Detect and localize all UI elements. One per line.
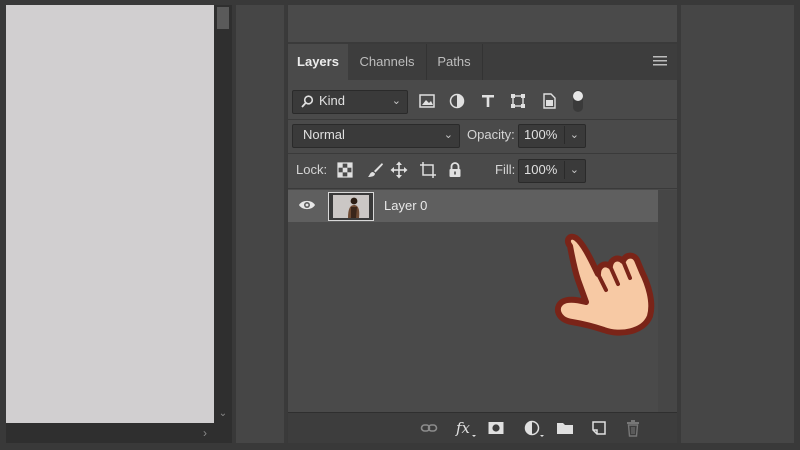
chevron-right-icon[interactable]: › [200, 427, 210, 439]
shape-filter-icon[interactable] [509, 92, 527, 110]
opacity-input[interactable]: 100% ⌄ [518, 124, 586, 148]
row-divider [288, 153, 677, 154]
new-group-icon[interactable] [556, 419, 574, 437]
row-divider [288, 188, 677, 189]
fill-label: Fill: [495, 162, 516, 177]
opacity-value: 100% [524, 127, 558, 142]
new-fill-adjustment-icon[interactable] [523, 419, 547, 437]
chevron-down-icon[interactable]: ⌄ [570, 125, 579, 145]
smart-object-filter-icon[interactable] [540, 92, 558, 110]
delete-layer-icon[interactable] [624, 419, 642, 437]
link-layers-icon[interactable] [420, 419, 438, 437]
lock-image-pixels-icon[interactable] [366, 161, 384, 179]
document-canvas[interactable] [6, 5, 214, 423]
new-layer-icon[interactable] [590, 419, 608, 437]
filter-kind-label: Kind [319, 93, 346, 108]
lock-position-icon[interactable] [390, 161, 408, 179]
fill-input[interactable]: 100% ⌄ [518, 159, 586, 183]
tab-paths[interactable]: Paths [426, 44, 483, 80]
lock-transparent-pixels-icon[interactable] [336, 161, 354, 179]
vertical-scrollbar[interactable]: ⌄ [214, 5, 232, 423]
lock-artboard-icon[interactable] [419, 161, 437, 179]
search-icon [301, 95, 314, 108]
chevron-down-icon: ⌄ [391, 95, 401, 107]
image-filter-icon[interactable] [418, 92, 436, 110]
panel-tab-bar: Layers Channels Paths [288, 44, 677, 80]
vertical-scroll-thumb[interactable] [217, 7, 229, 29]
row-divider [288, 119, 677, 120]
right-dock [681, 5, 794, 443]
layer-name[interactable]: Layer 0 [384, 190, 427, 222]
layer-thumbnail-image [333, 195, 369, 218]
tab-layers[interactable]: Layers [288, 44, 348, 80]
chevron-down-icon[interactable]: ⌄ [218, 409, 228, 419]
tab-channels[interactable]: Channels [348, 44, 427, 80]
horizontal-scrollbar[interactable]: › [6, 423, 232, 443]
chevron-down-icon[interactable]: ⌄ [570, 160, 579, 180]
chevron-down-icon: ⌄ [443, 129, 453, 141]
layers-bottom-toolbar: fx [288, 412, 677, 443]
add-mask-icon[interactable] [487, 419, 505, 437]
blend-mode-dropdown[interactable]: Normal ⌄ [292, 124, 460, 148]
layer-style-icon[interactable]: fx [454, 419, 478, 437]
person-thumbnail-icon [333, 195, 369, 218]
panel-divider [284, 5, 287, 443]
panel-menu-icon[interactable] [653, 55, 667, 67]
pointing-hand-icon [554, 233, 655, 336]
upper-panel [288, 5, 677, 43]
layer-thumbnail[interactable] [328, 192, 374, 221]
opacity-label: Opacity: [467, 127, 515, 142]
lock-all-icon[interactable] [446, 161, 464, 179]
lock-label: Lock: [296, 162, 328, 177]
adjustment-filter-icon[interactable] [448, 92, 466, 110]
eye-icon[interactable] [298, 198, 316, 212]
fill-value: 100% [524, 162, 558, 177]
type-filter-icon[interactable] [479, 92, 497, 110]
blend-mode-value: Normal [303, 127, 345, 142]
side-dock [236, 5, 284, 443]
filter-kind-dropdown[interactable]: Kind ⌄ [292, 90, 408, 114]
layer-row[interactable]: Layer 0 [288, 190, 658, 222]
svg-text:fx: fx [455, 419, 471, 437]
filter-toggle-icon[interactable] [571, 89, 585, 113]
